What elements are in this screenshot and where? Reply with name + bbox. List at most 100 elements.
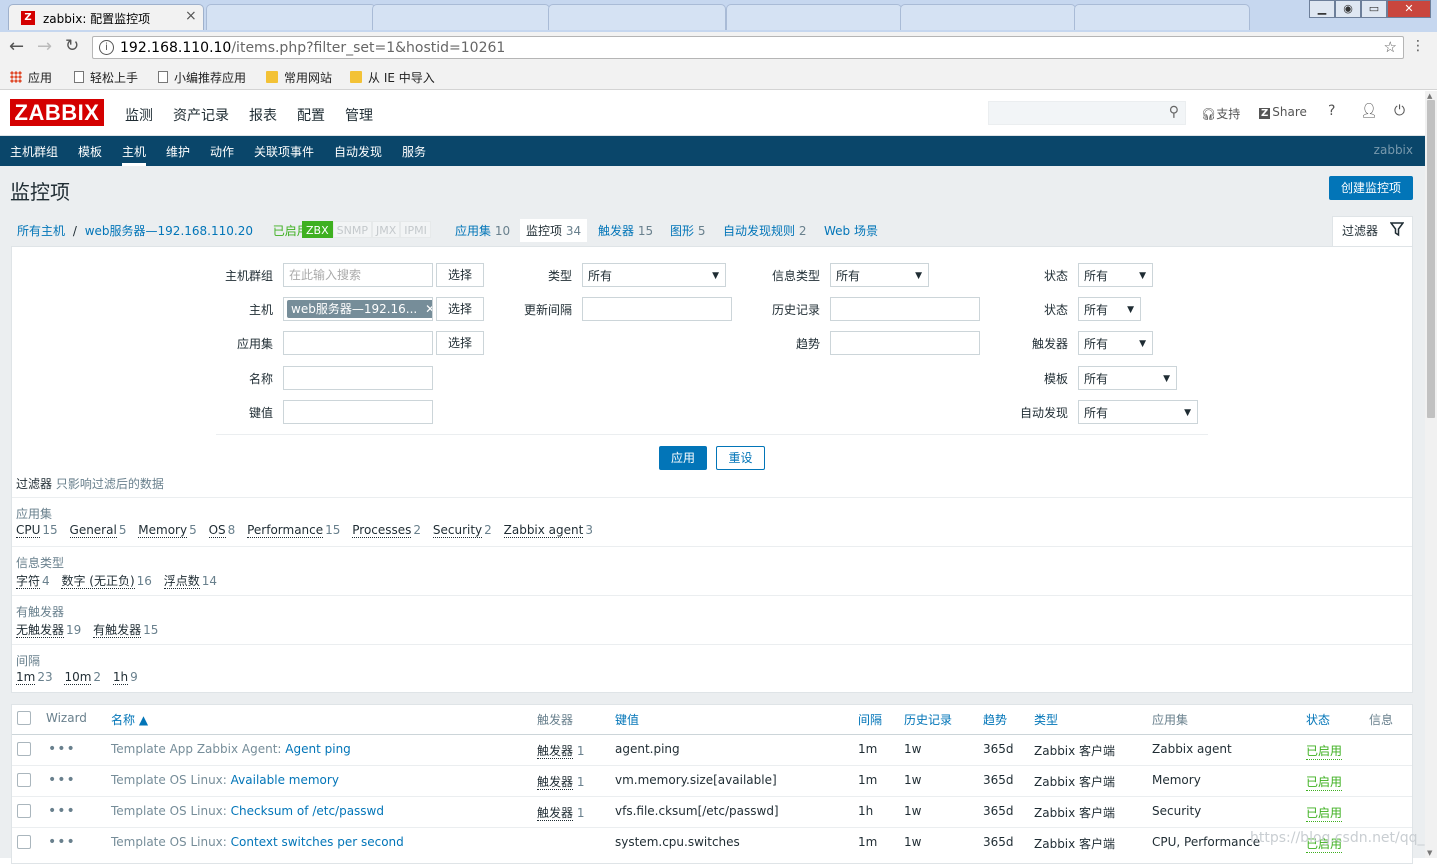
wizard-menu-icon[interactable]: ••• [48, 803, 76, 819]
window-close-icon[interactable]: ✕ [1387, 0, 1431, 18]
browser-tab[interactable] [900, 4, 1076, 30]
col-key-sort[interactable]: 键值 [615, 711, 639, 728]
subfilter-value[interactable]: Performance [247, 523, 324, 538]
info-type-select[interactable]: 所有 ▼ [830, 263, 929, 287]
browser-tab[interactable] [1074, 4, 1250, 30]
nav-reports[interactable]: 报表 [249, 105, 277, 125]
info-icon[interactable]: i [99, 40, 114, 55]
col-interval-sort[interactable]: 间隔 [858, 711, 882, 728]
status-select[interactable]: 所有 ▼ [1078, 297, 1141, 321]
select-all-checkbox[interactable] [17, 711, 31, 725]
tab-graphs[interactable]: 图形 5 [670, 222, 705, 239]
bookmark-apps[interactable]: 应用 [10, 69, 52, 86]
nav-administration[interactable]: 管理 [345, 105, 373, 125]
item-link[interactable]: Checksum of /etc/passwd [231, 804, 384, 818]
subfilter-value[interactable]: 浮点数 [163, 574, 200, 589]
col-history-sort[interactable]: 历史记录 [904, 711, 952, 728]
filter-tab[interactable]: 过滤器 [1332, 216, 1413, 247]
url-input[interactable]: i 192.168.110.10/items.php?filter_set=1&… [92, 36, 1404, 59]
browser-tab[interactable] [372, 4, 550, 30]
browser-tab[interactable] [206, 4, 376, 30]
tab-discovery-rules[interactable]: 自动发现规则 2 [723, 222, 806, 239]
subfilter-value[interactable]: Processes [352, 523, 412, 538]
subnav-event-correlation[interactable]: 关联项事件 [254, 143, 314, 160]
subfilter-value[interactable]: 无触发器 [16, 623, 65, 638]
item-status-toggle[interactable]: 已启用 [1306, 742, 1343, 760]
back-icon[interactable]: ← [9, 36, 24, 57]
subfilter-value[interactable]: Security [432, 523, 483, 538]
nav-monitoring[interactable]: 监测 [125, 105, 153, 125]
template-link[interactable]: Template App Zabbix Agent: [111, 742, 281, 756]
subfilter-value[interactable]: CPU [16, 523, 41, 538]
item-link[interactable]: Available memory [231, 773, 339, 787]
tab-web-scenarios[interactable]: Web 场景 [824, 222, 878, 239]
subfilter-value[interactable]: General [69, 523, 117, 538]
subnav-templates[interactable]: 模板 [78, 143, 102, 160]
host-group-select-button[interactable]: 选择 [436, 263, 484, 287]
reset-button[interactable]: 重设 [716, 446, 765, 470]
maximize-icon[interactable]: ▭ [1361, 0, 1387, 18]
wizard-menu-icon[interactable]: ••• [48, 834, 76, 850]
support-link[interactable]: 🎧︎支持 [1201, 105, 1240, 122]
nav-configuration[interactable]: 配置 [297, 105, 325, 125]
bookmark-star-icon[interactable]: ☆ [1384, 38, 1397, 56]
subfilter-value[interactable]: 有触发器 [93, 623, 142, 638]
scrollbar-thumb[interactable] [1427, 100, 1435, 418]
subfilter-value[interactable]: 10m [64, 670, 92, 685]
host-select-button[interactable]: 选择 [436, 297, 484, 321]
breadcrumb-all-hosts[interactable]: 所有主机 [17, 224, 65, 238]
template-link[interactable]: Template OS Linux: [111, 835, 227, 849]
global-search-input[interactable]: ⚲ [988, 101, 1186, 125]
tab-items[interactable]: 监控项 34 [520, 219, 588, 242]
item-link[interactable]: Agent ping [285, 742, 351, 756]
row-checkbox[interactable] [17, 835, 31, 849]
browser-tab-active[interactable]: Z zabbix: 配置监控项 × [8, 4, 204, 30]
user-profile-icon[interactable]: ◉ [1335, 0, 1361, 18]
search-icon[interactable]: ⚲ [1169, 104, 1179, 120]
discovery-select[interactable]: 所有 ▼ [1078, 400, 1198, 424]
subnav-host-groups[interactable]: 主机群组 [10, 143, 58, 160]
col-name-sort[interactable]: 名称 ▲ [111, 711, 148, 728]
subfilter-value[interactable]: OS [208, 523, 226, 538]
row-checkbox[interactable] [17, 773, 31, 787]
help-icon[interactable]: ? [1328, 103, 1335, 119]
application-input[interactable] [283, 331, 433, 355]
subfilter-value[interactable]: 1h [112, 670, 129, 685]
col-type-sort[interactable]: 类型 [1034, 711, 1058, 728]
trends-input[interactable] [830, 331, 980, 355]
scroll-down-icon[interactable]: ▼ [1427, 849, 1432, 857]
host-multiselect[interactable]: web服务器—192.16... ✕ [283, 297, 433, 321]
col-trends-sort[interactable]: 趋势 [983, 711, 1007, 728]
bookmark-item[interactable]: 小编推荐应用 [158, 69, 246, 86]
subfilter-value[interactable]: 数字 (无正负) [61, 574, 135, 589]
subnav-maintenance[interactable]: 维护 [166, 143, 190, 160]
state-select[interactable]: 所有 ▼ [1078, 263, 1153, 287]
triggers-link[interactable]: 触发器 [537, 744, 574, 759]
bookmark-folder[interactable]: 从 IE 中导入 [350, 69, 435, 86]
browser-tab[interactable] [726, 4, 902, 30]
close-icon[interactable]: × [185, 8, 197, 24]
host-group-input[interactable]: 在此输入搜索 [283, 263, 433, 287]
subfilter-value[interactable]: 字符 [16, 574, 41, 589]
tab-triggers[interactable]: 触发器 15 [598, 222, 653, 239]
breadcrumb-host[interactable]: web服务器—192.168.110.20 [85, 224, 253, 238]
template-link[interactable]: Template OS Linux: [111, 804, 227, 818]
nav-inventory[interactable]: 资产记录 [173, 105, 229, 125]
triggers-select[interactable]: 所有 ▼ [1078, 331, 1153, 355]
apply-button[interactable]: 应用 [659, 446, 707, 470]
key-input[interactable] [283, 400, 433, 424]
subfilter-value[interactable]: Zabbix agent [503, 523, 584, 538]
name-input[interactable] [283, 366, 433, 390]
item-status-toggle[interactable]: 已启用 [1306, 804, 1343, 822]
bookmark-folder[interactable]: 常用网站 [266, 69, 332, 86]
subnav-discovery[interactable]: 自动发现 [334, 143, 382, 160]
browser-menu-icon[interactable]: ⋮ [1411, 38, 1425, 54]
user-icon[interactable]: 👤︎ [1360, 103, 1378, 119]
subfilter-value[interactable]: 1m [16, 670, 36, 685]
history-input[interactable] [830, 297, 980, 321]
power-icon[interactable]: ⏻ [1394, 103, 1405, 119]
share-link[interactable]: Z Share [1259, 105, 1307, 119]
item-link[interactable]: Context switches per second [231, 835, 404, 849]
subfilter-value[interactable]: Memory [138, 523, 188, 538]
application-select-button[interactable]: 选择 [436, 331, 484, 355]
